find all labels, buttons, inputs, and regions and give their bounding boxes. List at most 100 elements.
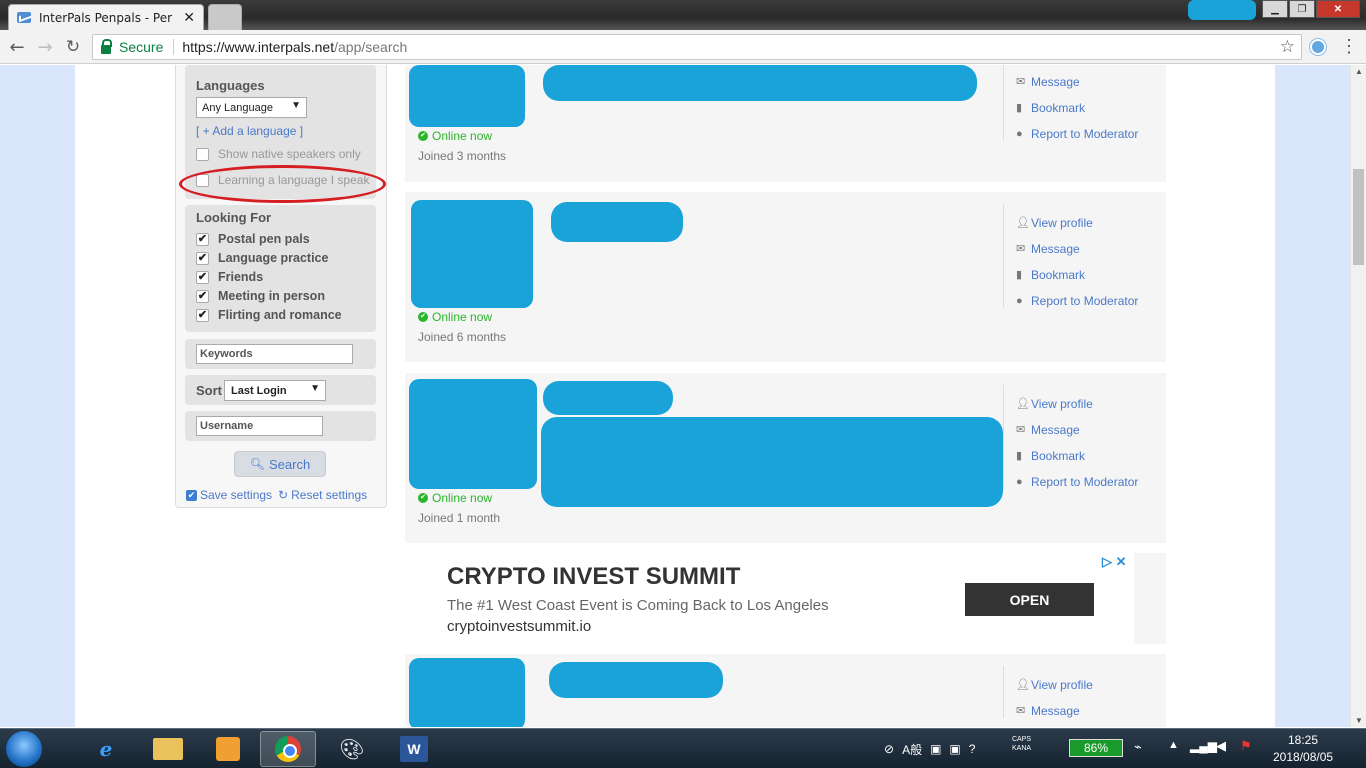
looking-for-label: Flirting and romance [218,308,342,322]
advertisement[interactable]: CRYPTO INVEST SUMMIT The #1 West Coast E… [405,553,1166,644]
redacted-name [543,65,977,101]
envelope-icon: ✉ [1016,705,1026,717]
native-speakers-checkbox[interactable] [196,147,209,161]
start-button[interactable] [6,731,42,767]
scroll-down-arrow-icon[interactable]: ▼ [1355,716,1363,725]
sort-select[interactable]: Last Login ▼ [224,380,326,401]
save-settings-link[interactable]: Save settings [200,488,272,502]
address-bar[interactable]: Secure https://www.interpals.net /app/se… [92,34,1302,60]
action-label: Message [1031,423,1080,437]
word-icon[interactable]: W [386,731,442,767]
bookmark-icon: ▮ [1016,450,1023,462]
minimize-icon[interactable]: ▁ [1262,0,1288,18]
clock-date[interactable]: 2018/08/05 [1273,750,1333,764]
report-link[interactable]: ● Report to Moderator [1016,127,1153,141]
message-link[interactable]: ✉ Message [1016,423,1153,437]
looking-for-option[interactable]: ✔ Language practice [196,251,328,265]
ad-open-button[interactable]: OPEN [965,583,1094,616]
bookmark-link[interactable]: ▮ Bookmark [1016,268,1153,282]
looking-for-option[interactable]: ✔ Meeting in person [196,289,325,303]
show-hidden-icons-icon[interactable]: ▲ [1168,739,1179,751]
online-status: ✔ Online now [418,310,492,324]
keywords-input[interactable]: Keywords [196,344,353,364]
volume-icon[interactable]: ◀ [1216,738,1226,754]
report-link[interactable]: ● Report to Moderator [1016,475,1153,489]
result-card: 👤︎ View profile ✉ Message [405,654,1166,727]
chrome-taskbar-icon[interactable] [260,731,316,767]
kana-label: KANA [1012,745,1032,752]
looking-for-option[interactable]: ✔ Postal pen pals [196,232,310,246]
ad-title[interactable]: CRYPTO INVEST SUMMIT [447,563,740,591]
bookmark-link[interactable]: ▮ Bookmark [1016,449,1153,463]
keywords-panel: Keywords [185,339,376,369]
browser-tab-interpals[interactable]: InterPals Penpals - Per ✕ [8,4,204,30]
bookmark-icon: ▮ [1016,102,1023,114]
forward-arrow-icon[interactable]: → [34,36,56,58]
report-link[interactable]: ● Report to Moderator [1016,294,1153,308]
security-tray-icon[interactable]: ⊘ [884,742,894,756]
checkbox-checked-icon[interactable]: ✔ [196,232,209,246]
looking-for-option[interactable]: ✔ Flirting and romance [196,308,342,322]
tray-app-icon[interactable]: ▣ [949,742,960,756]
search-button[interactable]: 🔍︎ Search [234,451,326,477]
reset-settings-link[interactable]: Reset settings [291,488,367,502]
online-status-text: Online now [432,491,493,505]
settings-row: ✔ Save settings ↻ Reset settings [186,488,367,502]
battery-indicator[interactable]: 86% [1069,739,1123,757]
clock-time[interactable]: 18:25 [1288,733,1318,747]
message-link[interactable]: ✉ Message [1016,242,1153,256]
adchoices-play-icon[interactable]: ▷ [1102,554,1112,569]
tab-close-icon[interactable]: ✕ [183,10,195,26]
message-link[interactable]: ✉ Message [1016,704,1153,718]
view-profile-link[interactable]: 👤︎ View profile [1016,397,1153,411]
file-explorer-icon[interactable] [140,731,196,767]
page-scrollbar[interactable]: ▲ ▼ [1350,65,1366,727]
help-icon[interactable]: ? [969,742,976,756]
power-plug-icon[interactable]: ⌁ [1134,739,1142,755]
paint-icon[interactable]: 🎨︎ [324,731,380,767]
window-close-icon[interactable]: ✕ [1316,0,1360,18]
scrollbar-thumb[interactable] [1353,169,1364,265]
online-status: ✔ Online now [418,129,492,143]
language-select[interactable]: Any Language ▼ [196,97,307,118]
sort-select-value: Last Login [231,385,287,397]
bookmark-star-icon[interactable]: ☆ [1280,37,1295,57]
username-input[interactable]: Username [196,416,323,436]
back-arrow-icon[interactable]: ← [6,36,28,58]
bookmark-icon: ▮ [1016,269,1023,281]
network-signal-icon[interactable]: ▂▄▆ [1190,739,1217,753]
checkbox-checked-icon[interactable]: ✔ [196,289,209,303]
ad-close-icon[interactable]: ✕ [1116,554,1127,569]
checkbox-checked-icon[interactable]: ✔ [186,489,197,501]
checkbox-checked-icon[interactable]: ✔ [196,308,209,322]
ime-indicator[interactable]: A般 [902,741,922,758]
extension-icon[interactable] [1310,39,1326,55]
ad-choices-icons[interactable]: ▷ ✕ [1102,554,1127,570]
message-link[interactable]: ✉ Message [1016,75,1153,89]
online-status: ✔ Online now [418,491,492,505]
action-label: Report to Moderator [1031,127,1139,141]
redacted-avatar [409,65,525,127]
checkbox-checked-icon[interactable]: ✔ [196,251,209,265]
checkbox-checked-icon[interactable]: ✔ [196,270,209,284]
action-center-flag-icon[interactable]: ⚑ [1240,738,1252,754]
tray-app-icon[interactable]: ▣ [930,742,941,756]
envelope-icon: ✉ [1016,76,1026,88]
scroll-up-arrow-icon[interactable]: ▲ [1355,67,1363,76]
refresh-icon: ↻ [278,488,289,502]
looking-for-panel: Looking For ✔ Postal pen pals ✔ Language… [185,205,376,332]
browser-menu-icon[interactable]: ⋮ [1340,36,1358,57]
add-language-link[interactable]: [ + Add a language ] [196,124,303,138]
online-status-text: Online now [432,129,493,143]
looking-for-option[interactable]: ✔ Friends [196,270,263,284]
maximize-icon[interactable]: ❐ [1289,0,1315,18]
view-profile-link[interactable]: 👤︎ View profile [1016,678,1153,692]
internet-explorer-icon[interactable]: e [78,731,134,767]
new-tab-button[interactable] [208,4,242,30]
view-profile-link[interactable]: 👤︎ View profile [1016,216,1153,230]
bookmark-link[interactable]: ▮ Bookmark [1016,101,1153,115]
looking-for-label: Meeting in person [218,289,325,303]
media-player-icon[interactable] [200,731,256,767]
native-speakers-option[interactable]: Show native speakers only [196,147,361,161]
reload-icon[interactable]: ↻ [62,36,84,58]
